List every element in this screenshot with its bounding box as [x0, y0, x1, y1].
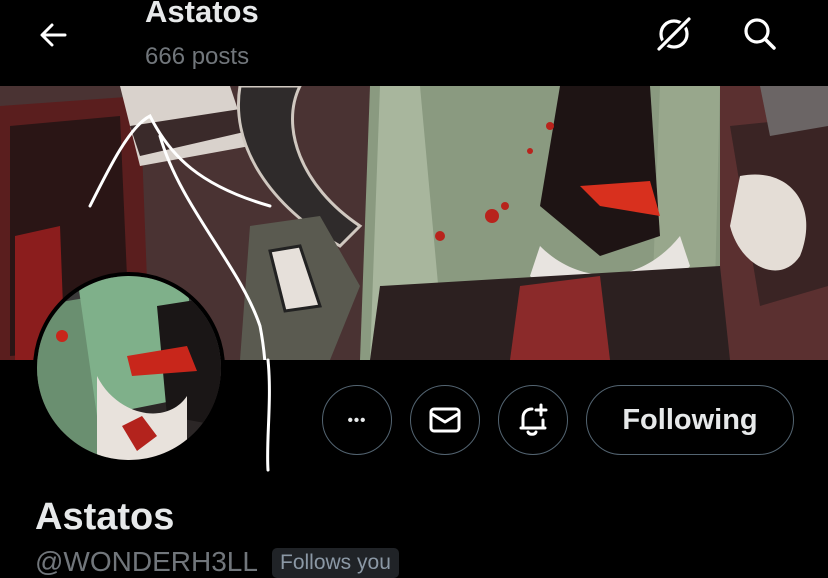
notifications-button[interactable] [498, 385, 568, 455]
following-button[interactable]: Following [586, 385, 794, 455]
grok-icon [655, 15, 693, 53]
post-count: 666 posts [145, 43, 250, 70]
user-handle: @WONDERH3LL [35, 546, 258, 577]
arrow-left-icon [40, 23, 67, 47]
profile-avatar[interactable] [33, 272, 225, 464]
follows-you-badge: Follows you [272, 548, 399, 578]
more-button[interactable]: ••• [322, 385, 392, 455]
bell-plus-icon [519, 403, 548, 436]
display-name: Astatos [35, 496, 175, 538]
grok-button[interactable] [650, 10, 698, 58]
more-icon: ••• [347, 411, 367, 429]
message-button[interactable] [410, 385, 480, 455]
search-button[interactable] [736, 10, 784, 58]
back-button[interactable] [30, 12, 76, 58]
header-title: Astatos [145, 0, 259, 29]
search-icon [744, 18, 776, 50]
envelope-icon [429, 407, 461, 433]
avatar-image [37, 276, 221, 460]
profile-header: Astatos 666 posts [0, 0, 828, 86]
